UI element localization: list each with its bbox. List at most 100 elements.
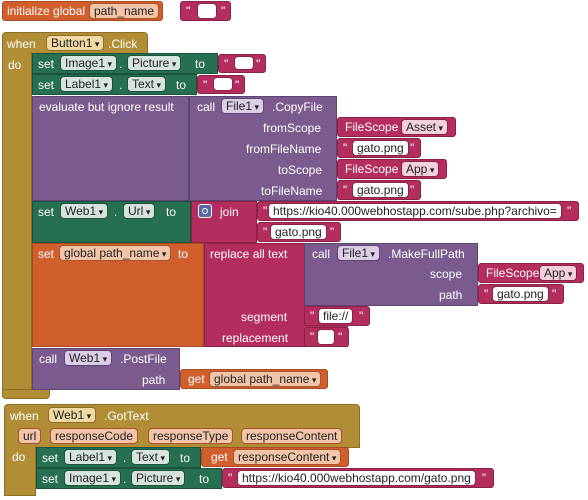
set-label: set: [38, 247, 55, 261]
global-to-label: to: [163, 4, 174, 18]
do-label: do: [12, 450, 26, 464]
quote-open: ": [228, 471, 233, 485]
button1-click-event-body-spine: [2, 52, 32, 397]
set-label: set: [38, 57, 55, 71]
asset-option-dropdown[interactable]: Asset: [401, 119, 449, 135]
call-label: call: [197, 100, 216, 114]
fromscope-label: fromScope: [263, 121, 322, 135]
initialize-global-label: initialize global: [7, 4, 86, 18]
quote-close: ": [482, 471, 487, 485]
picture-property-dropdown[interactable]: Picture: [131, 470, 186, 486]
fromfilename-label: fromFileName: [246, 142, 322, 156]
tofilename-label: toFileName: [261, 184, 323, 198]
param-url[interactable]: url: [18, 428, 42, 444]
join-label: join: [220, 205, 239, 219]
set-label: set: [42, 451, 59, 465]
set-label: set: [38, 78, 55, 92]
global-path-name-dropdown[interactable]: global path_name: [209, 371, 322, 387]
global-path-name-dropdown[interactable]: global path_name: [59, 245, 172, 261]
quote-open: ": [310, 309, 315, 323]
dot-label: .: [119, 78, 123, 92]
to-label: to: [178, 247, 189, 261]
quote-open: ": [310, 330, 315, 344]
replacement-text[interactable]: [317, 329, 335, 345]
button1-component-dropdown[interactable]: Button1: [46, 35, 105, 51]
replace-all-text-label: replace all text: [210, 247, 288, 261]
replacement-label: replacement: [222, 331, 289, 345]
path-label: path: [439, 288, 463, 302]
to-filename-text[interactable]: gato.png: [352, 182, 409, 198]
label1-component-dropdown[interactable]: Label1: [64, 449, 118, 465]
filescope-label: FileScope: [345, 162, 399, 176]
gottext-event-label: .GotText: [104, 409, 149, 423]
web1-component-dropdown[interactable]: Web1: [60, 203, 109, 219]
app-option-dropdown[interactable]: App: [539, 265, 578, 281]
image1-component-dropdown[interactable]: Image1: [60, 55, 118, 71]
param-responsecode[interactable]: responseCode: [50, 428, 139, 444]
call-label: call: [312, 247, 331, 261]
when-label: when: [10, 409, 39, 423]
to-label: to: [176, 78, 187, 92]
get-label: get: [211, 450, 228, 464]
quote-open: ": [343, 141, 348, 155]
global-value-quote-close: ": [221, 4, 226, 18]
evaluate-label: evaluate but ignore result: [39, 100, 174, 114]
url-part1-text[interactable]: https://kio40.000webhostapp.com/sube.php…: [268, 203, 562, 219]
text-property-dropdown[interactable]: Text: [131, 449, 171, 465]
path-text[interactable]: gato.png: [492, 286, 549, 302]
url-property-dropdown[interactable]: Url: [123, 203, 156, 219]
call-label: call: [39, 352, 58, 366]
to-label: to: [180, 451, 191, 465]
set-label1-text-block[interactable]: [36, 447, 201, 468]
scope-label: scope: [430, 267, 463, 281]
param-responsetype[interactable]: responseType: [148, 428, 234, 444]
global-value-text[interactable]: [197, 3, 217, 19]
web1-component-dropdown[interactable]: Web1: [64, 350, 113, 366]
global-name-field[interactable]: path_name: [89, 3, 160, 19]
dot-label: .: [123, 451, 127, 465]
mutator-gear-icon[interactable]: [198, 204, 212, 218]
dot-label: .: [119, 57, 123, 71]
set-label: set: [38, 205, 55, 219]
quote-close: ": [235, 78, 240, 92]
dot-label: .: [114, 205, 118, 219]
app-option-dropdown[interactable]: App: [401, 161, 440, 177]
quote-open: ": [484, 287, 489, 301]
from-filename-text[interactable]: gato.png: [352, 140, 409, 156]
responsecontent-dropdown[interactable]: responseContent: [233, 449, 342, 465]
postfile-method-label: .PostFile: [120, 352, 167, 366]
file1-component-dropdown[interactable]: File1: [221, 98, 265, 114]
param-responsecontent[interactable]: responseContent: [241, 428, 343, 444]
quote-close: ": [410, 183, 415, 197]
web1-component-dropdown[interactable]: Web1: [48, 407, 97, 423]
quote-close: ": [338, 330, 343, 344]
picture-property-dropdown[interactable]: Picture: [127, 55, 182, 71]
button1-click-event-bottom: [2, 389, 50, 399]
empty-string-text[interactable]: [234, 56, 254, 70]
when-label: when: [7, 37, 36, 51]
quote-open: ": [263, 225, 268, 239]
to-label: to: [166, 205, 177, 219]
segment-text[interactable]: file://: [318, 308, 354, 324]
quote-close: ": [552, 287, 557, 301]
empty-string-text[interactable]: [213, 77, 233, 91]
makefullpath-method-label: .MakeFullPath: [388, 247, 465, 261]
url-part2-text[interactable]: gato.png: [270, 224, 327, 240]
label1-component-dropdown[interactable]: Label1: [60, 76, 114, 92]
file1-component-dropdown[interactable]: File1: [337, 245, 381, 261]
filescope-label: FileScope: [486, 266, 540, 280]
quote-close: ": [256, 57, 261, 71]
path-label: path: [142, 373, 166, 387]
quote-open: ": [263, 204, 268, 218]
do-label: do: [8, 58, 22, 72]
to-label: to: [195, 57, 206, 71]
set-label1-text-block[interactable]: [32, 74, 197, 95]
text-property-dropdown[interactable]: Text: [127, 76, 167, 92]
to-label: to: [199, 472, 210, 486]
quote-close: ": [410, 141, 415, 155]
click-event-label: .Click: [108, 37, 138, 51]
image1-component-dropdown[interactable]: Image1: [64, 470, 122, 486]
quote-open: ": [343, 183, 348, 197]
set-label: set: [42, 472, 59, 486]
image-url-text[interactable]: https://kio40.000webhostapp.com/gato.png: [237, 470, 476, 486]
